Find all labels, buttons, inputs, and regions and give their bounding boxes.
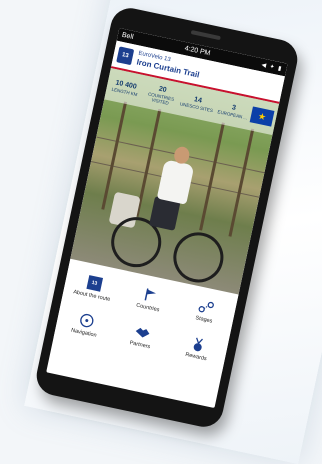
- route-badge[interactable]: 13: [116, 46, 135, 66]
- phone-speaker: [190, 30, 221, 41]
- stat-european: 3 EUROPEAN ...: [212, 91, 255, 130]
- carrier-label: Bell: [121, 31, 135, 41]
- fence-post: [228, 128, 255, 237]
- menu-item-label: About the route: [72, 288, 111, 303]
- stat-label: COUNTRIES VISITED: [147, 91, 175, 106]
- handshake-icon: [133, 323, 152, 341]
- eu-flag-icon: ★: [249, 106, 275, 127]
- status-icons: ◀ ✦ ▮: [260, 62, 283, 73]
- route-13-icon: 13: [85, 274, 104, 292]
- bike-wheel: [168, 227, 229, 288]
- hero-photo: 10 400 LENGTH KM 20 COUNTRIES VISITED 14…: [70, 68, 280, 295]
- menu-item-label: Stages: [194, 314, 213, 325]
- compass-icon: [77, 312, 96, 330]
- flag-icon: [141, 286, 160, 304]
- cyclist-body: [156, 159, 195, 205]
- map-pins-icon: [197, 298, 216, 316]
- medal-icon: [189, 335, 208, 353]
- menu-item-label: Navigation: [70, 327, 98, 339]
- fence-post: [199, 122, 225, 231]
